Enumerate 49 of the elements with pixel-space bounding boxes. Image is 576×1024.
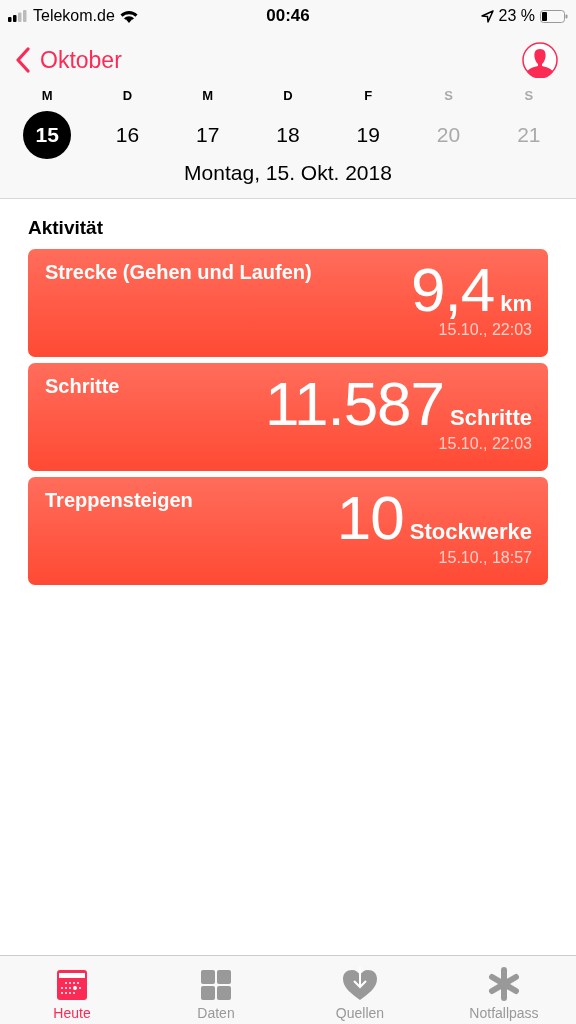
weekday-label: M xyxy=(41,88,53,103)
day-button[interactable]: 15 xyxy=(23,111,72,159)
tab-item[interactable]: Heute xyxy=(0,956,144,1024)
timestamp: 15.10., 22:03 xyxy=(438,435,532,453)
timestamp: 15.10., 18:57 xyxy=(438,549,532,567)
card-title: Strecke (Gehen und Laufen) xyxy=(45,261,312,285)
tab-item[interactable]: Quellen xyxy=(288,956,432,1024)
metric-unit: Schritte xyxy=(450,405,532,431)
profile-icon[interactable] xyxy=(522,42,558,78)
weekday-label: S xyxy=(444,88,453,103)
day-button[interactable]: 20 xyxy=(424,111,473,159)
heart-download-icon xyxy=(342,967,378,1001)
metric-unit: km xyxy=(500,291,532,317)
day-button[interactable]: 17 xyxy=(183,111,232,159)
weekday-label: D xyxy=(122,88,133,103)
battery-percent: 23 % xyxy=(498,7,535,25)
activity-card[interactable]: Strecke (Gehen und Laufen) 9,4 km 15.10., 22:03 xyxy=(28,249,548,357)
location-arrow-icon xyxy=(480,9,494,23)
day-button[interactable]: 19 xyxy=(344,111,393,159)
wifi-icon xyxy=(119,9,138,23)
card-title: Schritte xyxy=(45,375,120,399)
selected-date: Montag, 15. Okt. 2018 xyxy=(183,160,393,186)
battery-icon xyxy=(540,9,568,23)
tab-item[interactable]: Notfallpass xyxy=(432,956,576,1024)
day-button[interactable]: 21 xyxy=(504,111,553,159)
chevron-left-icon xyxy=(16,47,30,73)
tab-item[interactable]: Daten xyxy=(144,956,288,1024)
asterisk-icon xyxy=(487,967,521,1001)
activity-card[interactable]: Treppensteigen 10 Stockwerke 15.10., 18:57 xyxy=(28,477,548,585)
carrier-name: Telekom.de xyxy=(33,7,115,25)
section-title: Aktivität xyxy=(28,217,104,239)
timestamp: 15.10., 22:03 xyxy=(438,321,532,339)
weekday-label: F xyxy=(364,88,373,103)
day-button[interactable]: 16 xyxy=(103,111,152,159)
metric-unit: Stockwerke xyxy=(409,519,532,545)
signal-icon xyxy=(8,10,28,22)
metric-value: 10 xyxy=(336,483,404,553)
weekday-label: S xyxy=(524,88,534,103)
calendar-icon xyxy=(56,969,88,1001)
card-title: Treppensteigen xyxy=(45,489,193,513)
status-time: 00:46 xyxy=(266,6,310,26)
grid-icon xyxy=(200,969,232,1001)
weekday-label: D xyxy=(283,88,293,103)
weekday-label: M xyxy=(202,88,214,103)
metric-value: 11.587 xyxy=(265,369,445,438)
back-button[interactable]: Oktober xyxy=(16,46,122,74)
metric-value: 9,4 xyxy=(411,255,495,324)
day-button[interactable]: 18 xyxy=(264,111,312,159)
activity-card[interactable]: Schritte 11.587 Schritte 15.10., 22:03 xyxy=(28,363,548,471)
